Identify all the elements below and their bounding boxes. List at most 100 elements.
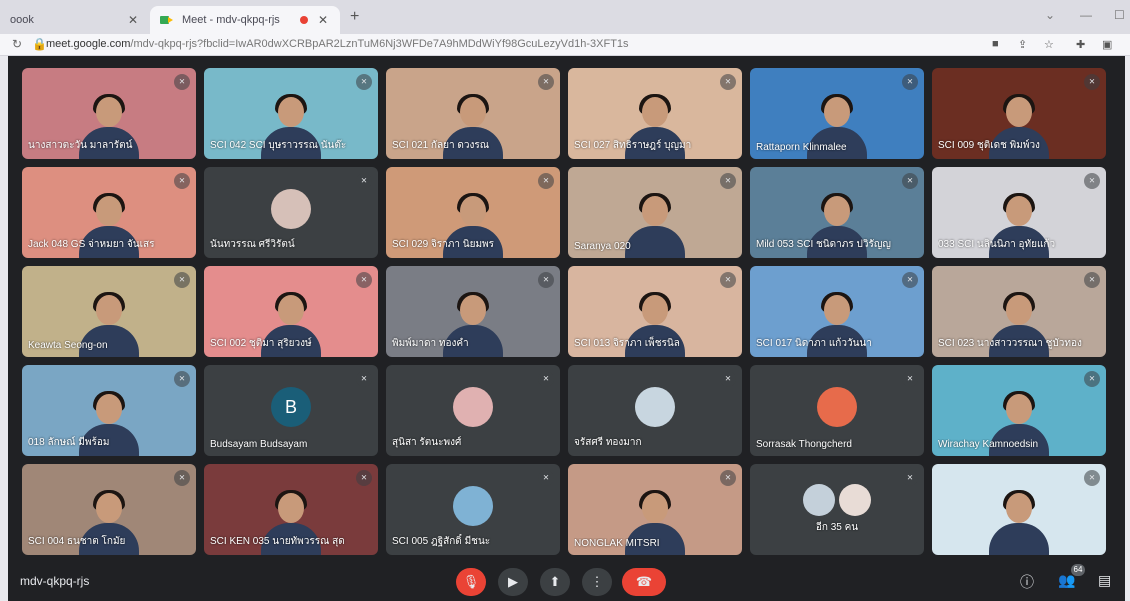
participant-tile[interactable]: ⨯ SCI 004 ธนชาต โกมัย (22, 464, 196, 555)
extensions-icon[interactable]: ✚ (1076, 38, 1085, 51)
mic-muted-icon: ⨯ (720, 74, 736, 90)
participant-tile[interactable]: ⨯ Mild 053 SCI ชนิดาภร ปวิรัญญ (750, 167, 924, 258)
participant-tile[interactable]: ⨯ SCI 029 จิราภา นิยมพร (386, 167, 560, 258)
reload-icon[interactable]: ↻ (12, 37, 22, 51)
tab-search-icon[interactable]: ⌄ (1045, 8, 1055, 22)
participant-name: SCI 009 ชุติเดช พิมพ์วง (938, 140, 1040, 151)
mic-muted-icon: ⨯ (538, 470, 554, 486)
mic-muted-icon: ⨯ (174, 74, 190, 90)
participant-name: SCI 027 สิทธิราษฎร์ บุญมา (574, 140, 692, 151)
participant-tile[interactable]: ⨯ (932, 464, 1106, 555)
participant-name: Rattaporn Klinmalee (756, 142, 847, 153)
participant-tile[interactable]: ⨯ Saranya 020 (568, 167, 742, 258)
mic-muted-icon: ⨯ (720, 173, 736, 189)
mic-off-icon: 🎙 (462, 574, 480, 589)
participant-tile[interactable]: ⨯ SCI KEN 035 นายทัพวรรณ สุด (204, 464, 378, 555)
participant-name: จรัสศรี ทองมาก (574, 437, 642, 448)
more-vert-icon: ⋮ (590, 574, 604, 589)
participant-tile[interactable]: ⨯ จรัสศรี ทองมาก (568, 365, 742, 456)
participant-name: Keawta Seong-on (28, 340, 108, 351)
participant-tile[interactable]: ⨯ Sorrasak Thongcherd (750, 365, 924, 456)
participant-tile[interactable]: ⨯ Keawta Seong-on (22, 266, 196, 357)
camera-button[interactable]: ▶ (498, 568, 528, 596)
address-bar: ↻ 🔒 meet.google.com/mdv-qkpq-rjs?fbclid=… (0, 34, 1130, 56)
participant-tile[interactable]: ⨯ SCI 023 นางสาววรรณา ชูบัวทอง (932, 266, 1106, 357)
mic-muted-icon: ⨯ (538, 371, 554, 387)
participant-tile[interactable]: B ⨯ Budsayam Budsayam (204, 365, 378, 456)
mic-muted-icon: ⨯ (356, 74, 372, 90)
participant-tile[interactable]: ⨯ NONGLAK MITSRI (568, 464, 742, 555)
mic-muted-icon: ⨯ (538, 272, 554, 288)
tab-title: oook (10, 14, 34, 26)
browser-tab-inactive[interactable]: oook ✕ (0, 6, 150, 34)
mic-off-button[interactable]: 🎙 (456, 568, 486, 596)
participant-tile[interactable]: ⨯ Wirachay Kamnoedsin (932, 365, 1106, 456)
participant-name: Saranya 020 (574, 241, 631, 252)
present-screen-icon: ⬆ (549, 574, 561, 589)
participant-tile[interactable]: ⨯ SCI 009 ชุติเดช พิมพ์วง (932, 68, 1106, 159)
mic-muted-icon: ⨯ (720, 470, 736, 486)
mic-muted-icon: ⨯ (902, 272, 918, 288)
participant-tile[interactable]: ⨯ Rattaporn Klinmalee (750, 68, 924, 159)
mic-muted-icon: ⨯ (174, 173, 190, 189)
present-button[interactable]: ⬆ (540, 568, 570, 596)
participant-name: นันทวรรณ ศรีวิรัตน์ (210, 239, 295, 250)
mic-muted-icon: ⨯ (356, 272, 372, 288)
share-icon[interactable]: ⇪ (1018, 38, 1027, 51)
participant-name: SCI 002 ชุติมา สุริยวงษ์ (210, 338, 312, 349)
participant-name: สุนิสา รัตนะพงศ์ (392, 437, 462, 448)
mic-muted-icon: ⨯ (720, 371, 736, 387)
meeting-code: mdv-qkpq-rjs (20, 574, 90, 588)
meeting-info-icon[interactable]: ⓘ (1020, 572, 1034, 592)
chat-icon[interactable]: ▤ (1098, 572, 1111, 589)
mic-muted-icon: ⨯ (538, 173, 554, 189)
browser-tab-meet[interactable]: Meet - mdv-qkpq-rjs ✕ (150, 6, 340, 34)
close-tab-icon[interactable]: ✕ (316, 13, 330, 27)
participant-tile[interactable]: ⨯ SCI 013 จิราภา เพ็ชรนิล (568, 266, 742, 357)
participant-tile[interactable]: ⨯ 033 SCI นลินนิภา อุทัยแก้ว (932, 167, 1106, 258)
more-options-button[interactable]: ⋮ (582, 568, 612, 596)
participant-name: Wirachay Kamnoedsin (938, 439, 1039, 450)
participant-tile[interactable]: ⨯ SCI 027 สิทธิราษฎร์ บุญมา (568, 68, 742, 159)
participant-name: SCI 013 จิราภา เพ็ชรนิล (574, 338, 680, 349)
participant-name: 033 SCI นลินนิภา อุทัยแก้ว (938, 239, 1056, 250)
mic-muted-icon: ⨯ (902, 74, 918, 90)
participant-tile[interactable]: ⨯ อีก 35 คน (750, 464, 924, 555)
mic-muted-icon: ⨯ (1084, 371, 1100, 387)
participant-tile[interactable]: ⨯ SCI 017 นิดาภา แก้ววันนา (750, 266, 924, 357)
participant-tile[interactable]: ⨯ Jack 048 GS จ่าหมยา จันเสร (22, 167, 196, 258)
leave-call-button[interactable]: ☎ (622, 568, 666, 596)
participant-name: SCI 005 ฎฐิสักดิ์ มีชนะ (392, 536, 491, 547)
mic-muted-icon: ⨯ (902, 470, 918, 486)
recording-icon (300, 16, 308, 24)
new-tab-icon[interactable]: + (350, 8, 359, 26)
participant-tile[interactable]: ⨯ นางสาวตะวัน มาลารัตน์ (22, 68, 196, 159)
participant-tile[interactable]: ⨯ SCI 042 SCI บุษราวรรณ นันต๊ะ (204, 68, 378, 159)
participant-tile[interactable]: ⨯ นันทวรรณ ศรีวิรัตน์ (204, 167, 378, 258)
participant-tile[interactable]: ⨯ SCI 021 กัลยา ดวงรณ (386, 68, 560, 159)
meet-control-bar: mdv-qkpq-rjs 🎙 ▶ ⬆ ⋮ ☎ ⓘ 👥 64 ▤ (8, 562, 1125, 601)
maximize-icon[interactable]: ☐ (1114, 8, 1125, 22)
mic-muted-icon: ⨯ (1084, 272, 1100, 288)
bookmark-star-icon[interactable]: ☆ (1044, 38, 1054, 51)
close-tab-icon[interactable]: ✕ (126, 13, 140, 27)
participant-tile[interactable]: ⨯ พิมพ์มาดา ทองคำ (386, 266, 560, 357)
participant-tile[interactable]: ⨯ SCI 002 ชุติมา สุริยวงษ์ (204, 266, 378, 357)
participant-name: SCI 004 ธนชาต โกมัย (28, 536, 126, 547)
participant-tile[interactable]: ⨯ SCI 005 ฎฐิสักดิ์ มีชนะ (386, 464, 560, 555)
lock-icon[interactable]: 🔒 (32, 37, 47, 51)
participant-tile[interactable]: ⨯ 018 ลักษณ์ มีพร้อม (22, 365, 196, 456)
tab-title: Meet - mdv-qkpq-rjs (182, 14, 280, 26)
url-host: meet.google.com (46, 38, 131, 50)
sidebar-icon[interactable]: ▣ (1102, 38, 1112, 51)
participant-tile[interactable]: ⨯ สุนิสา รัตนะพงศ์ (386, 365, 560, 456)
mic-muted-icon: ⨯ (356, 470, 372, 486)
more-participants-avatar (839, 484, 871, 516)
participant-name: SCI 023 นางสาววรรณา ชูบัวทอง (938, 338, 1082, 349)
participant-name: SCI 017 นิดาภา แก้ววันนา (756, 338, 872, 349)
url-field[interactable]: meet.google.com/mdv-qkpq-rjs?fbclid=IwAR… (46, 38, 629, 50)
mic-muted-icon: ⨯ (356, 371, 372, 387)
camera-indicator-icon[interactable]: ■ (992, 38, 999, 50)
participant-name: SCI 042 SCI บุษราวรรณ นันต๊ะ (210, 140, 347, 151)
minimize-icon[interactable]: — (1080, 8, 1092, 22)
